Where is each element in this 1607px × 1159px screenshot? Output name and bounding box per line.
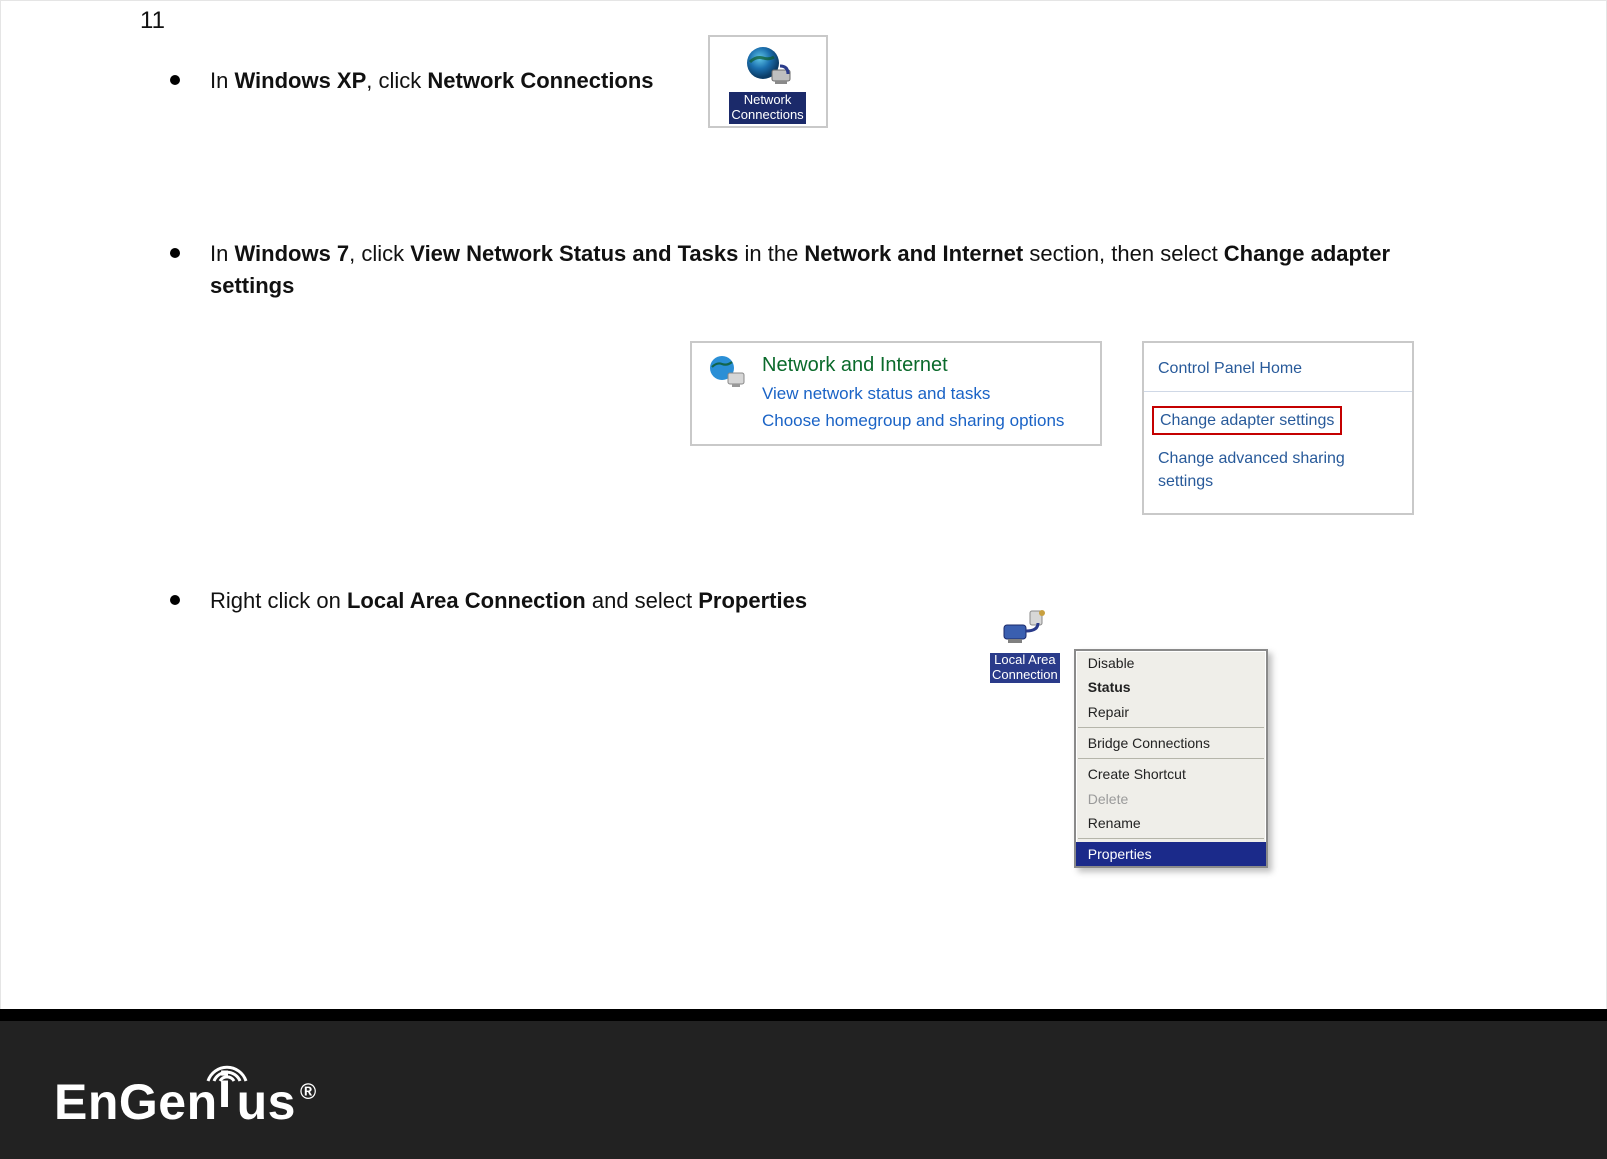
local-area-connection-icon-block[interactable]: Local Area Connection [990, 607, 1060, 683]
network-internet-icon [706, 351, 748, 393]
network-connections-label: Network Connections [729, 92, 805, 124]
panel-sidebar: Control Panel Home Change adapter settin… [1142, 341, 1414, 515]
panel-link-homegroup[interactable]: Choose homegroup and sharing options [762, 409, 1064, 434]
menu-properties[interactable]: Properties [1076, 842, 1266, 866]
footer: EnGen i us® [0, 1009, 1607, 1159]
globe-network-icon [742, 44, 794, 90]
lan-icon [996, 607, 1054, 653]
menu-disable[interactable]: Disable [1076, 651, 1266, 675]
bullet-lac-text: Right click on Local Area Connection and… [210, 585, 807, 617]
content: 11 In Windows XP, click Network Connecti… [0, 4, 1607, 868]
lac-screenshot: Local Area Connection Disable Status Rep… [990, 607, 1487, 868]
menu-repair[interactable]: Repair [1076, 700, 1266, 724]
sidebar-item-advanced-sharing[interactable]: Change advanced sharing settings [1158, 447, 1398, 493]
page-number: 11 [140, 4, 1487, 39]
menu-shortcut[interactable]: Create Shortcut [1076, 762, 1266, 786]
wifi-icon [204, 1057, 250, 1085]
bullet-win7-text: In Windows 7, click View Network Status … [210, 238, 1410, 302]
panel-link-status[interactable]: View network status and tasks [762, 382, 1064, 407]
sidebar-item-change-adapter-wrapper: Change adapter settings [1158, 400, 1398, 441]
brand-logo: EnGen i us® [54, 1073, 313, 1131]
registered-icon: ® [300, 1079, 317, 1104]
sidebar-item-home[interactable]: Control Panel Home [1158, 357, 1398, 380]
local-area-connection-label: Local Area Connection [990, 653, 1060, 683]
menu-separator [1078, 758, 1264, 759]
bullet-xp: In Windows XP, click Network Connections [170, 65, 1487, 128]
context-menu: Disable Status Repair Bridge Connections… [1074, 649, 1268, 868]
menu-rename[interactable]: Rename [1076, 811, 1266, 835]
menu-separator [1078, 727, 1264, 728]
network-connections-tile[interactable]: Network Connections [708, 35, 828, 128]
win7-screenshots: Network and Internet View network status… [690, 341, 1487, 515]
menu-bridge[interactable]: Bridge Connections [1076, 731, 1266, 755]
menu-status[interactable]: Status [1076, 675, 1266, 699]
separator [1144, 391, 1412, 392]
bullet-win7: In Windows 7, click View Network Status … [170, 238, 1487, 516]
sidebar-item-change-adapter[interactable]: Change adapter settings [1152, 406, 1342, 435]
menu-delete: Delete [1076, 787, 1266, 811]
panel-heading[interactable]: Network and Internet [762, 351, 1064, 380]
panel-network-internet: Network and Internet View network status… [690, 341, 1102, 445]
bullet-xp-text: In Windows XP, click Network Connections [210, 65, 654, 97]
document-page: 11 In Windows XP, click Network Connecti… [0, 0, 1607, 1159]
bullet-lac: Right click on Local Area Connection and… [170, 585, 1487, 868]
bullet-list: In Windows XP, click Network Connections [150, 65, 1487, 869]
menu-separator [1078, 838, 1264, 839]
